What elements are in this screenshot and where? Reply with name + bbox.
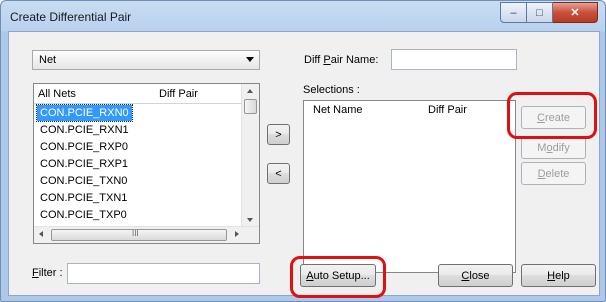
chevron-right-icon: > [275, 128, 282, 141]
chevron-left-icon: < [275, 167, 282, 180]
close-button[interactable]: Close [438, 264, 513, 287]
dialog-client-area: Net All Nets Diff Pair CON.PCIE_RXN0 CON.… [8, 31, 600, 298]
vertical-scrollbar[interactable] [241, 84, 259, 227]
net-list-item[interactable]: CON.PCIE_RXP1 [37, 156, 131, 172]
diff-pair-name-input[interactable] [391, 49, 517, 70]
add-to-selection-button[interactable]: > [267, 124, 290, 145]
maximize-icon: □ [536, 6, 543, 19]
minimize-icon: – [510, 6, 517, 19]
modify-button[interactable]: Mo dify [521, 136, 586, 159]
scroll-down-icon[interactable] [247, 218, 253, 222]
diff-pair-name-label: Diff Pair Name: [304, 54, 379, 66]
maximize-button[interactable]: □ [527, 2, 553, 23]
scroll-up-icon[interactable] [247, 89, 253, 93]
caption-buttons: – □ ✕ [500, 2, 598, 23]
net-list-item[interactable]: CON.PCIE_RXN0 [36, 104, 133, 122]
filter-input[interactable] [67, 263, 260, 284]
thumb-grip-icon: III [132, 229, 139, 238]
create-highlight-box [507, 92, 597, 139]
object-type-select[interactable]: Net [32, 50, 260, 70]
filter-label: Filter : [32, 267, 63, 279]
close-window-button[interactable]: ✕ [553, 2, 598, 23]
object-type-value: Net [39, 54, 57, 66]
net-list-item[interactable]: CON.PCIE_TXN1 [37, 190, 130, 206]
help-button[interactable]: Help [521, 264, 596, 287]
remove-from-selection-button[interactable]: < [267, 163, 290, 184]
column-diff-pair[interactable]: Diff Pair [159, 88, 198, 100]
delete-button[interactable]: Delete [521, 162, 586, 185]
close-icon: ✕ [570, 7, 580, 19]
net-list-item[interactable]: CON.PCIE_RXN1 [37, 122, 132, 138]
all-nets-list[interactable]: All Nets Diff Pair CON.PCIE_RXN0 CON.PCIE… [33, 83, 260, 244]
column-all-nets[interactable]: All Nets [38, 88, 76, 100]
dialog-window: Create Differential Pair – □ ✕ Net All N… [0, 0, 606, 302]
net-list-item[interactable]: CON.PCIE_TXN0 [37, 173, 130, 189]
scroll-left-icon[interactable] [39, 231, 43, 237]
scroll-right-icon[interactable] [235, 231, 239, 237]
vertical-scroll-thumb[interactable] [244, 99, 257, 114]
column-diff-pair-right[interactable]: Diff Pair [428, 104, 467, 116]
auto-setup-highlight-box [290, 256, 386, 298]
net-list-item[interactable]: CON.PCIE_RXP0 [37, 139, 131, 155]
minimize-button[interactable]: – [500, 2, 527, 23]
net-list-item[interactable]: CON.PCIE_TXP0 [37, 207, 130, 223]
selections-list[interactable]: Net Name Diff Pair [303, 100, 516, 273]
window-title: Create Differential Pair [10, 10, 132, 24]
horizontal-scrollbar[interactable]: III [34, 226, 259, 243]
horizontal-scroll-thumb[interactable]: III [51, 229, 227, 241]
selections-label: Selections : [303, 84, 360, 96]
chevron-down-icon [246, 57, 254, 62]
column-net-name[interactable]: Net Name [313, 104, 363, 116]
list-header: All Nets Diff Pair [34, 84, 244, 104]
